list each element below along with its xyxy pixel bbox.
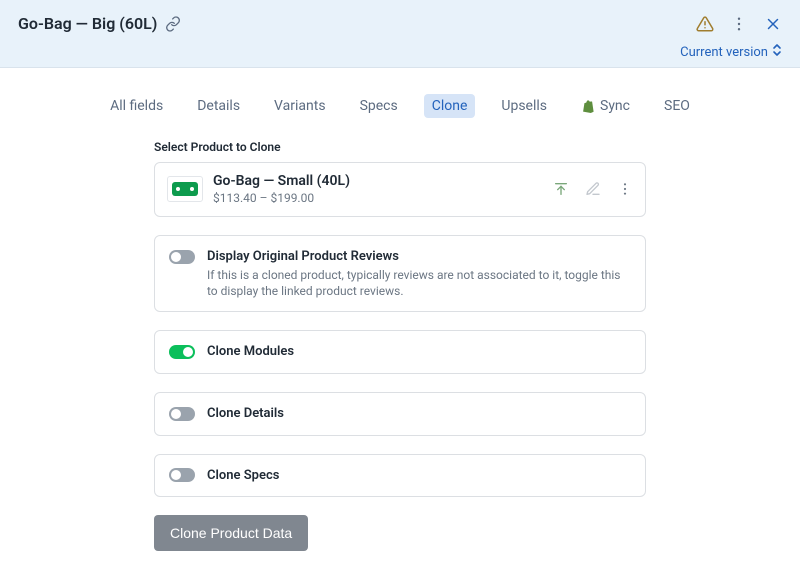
version-switcher[interactable]: Current version xyxy=(680,43,782,61)
product-thumbnail xyxy=(167,176,203,202)
product-to-clone-card[interactable]: Go-Bag — Small (40L) $113.40 – $199.00 xyxy=(154,162,646,217)
tab-sync[interactable]: Sync xyxy=(573,94,638,118)
warning-icon[interactable] xyxy=(696,15,714,33)
row-more-icon[interactable] xyxy=(617,181,633,197)
tab-clone[interactable]: Clone xyxy=(424,94,476,118)
product-actions xyxy=(553,181,633,197)
toggle-card-reviews: Display Original Product Reviews If this… xyxy=(154,235,646,313)
toggle-card-modules: Clone Modules xyxy=(154,330,646,374)
toggle-reviews-title: Display Original Product Reviews xyxy=(207,248,631,266)
tab-bar: All fields Details Variants Specs Clone … xyxy=(0,68,800,118)
tab-specs[interactable]: Specs xyxy=(352,94,406,118)
chevron-updown-icon xyxy=(772,43,782,61)
toggle-details[interactable] xyxy=(169,407,195,421)
publish-icon[interactable] xyxy=(553,181,569,197)
toggle-card-specs: Clone Specs xyxy=(154,454,646,498)
clone-product-data-button[interactable]: Clone Product Data xyxy=(154,515,308,551)
link-icon[interactable] xyxy=(165,16,181,32)
toggle-reviews-desc: If this is a cloned product, typically r… xyxy=(207,267,631,299)
select-product-label: Select Product to Clone xyxy=(154,140,646,154)
product-price: $113.40 – $199.00 xyxy=(213,191,553,206)
edit-icon[interactable] xyxy=(585,181,601,197)
version-label: Current version xyxy=(680,45,768,60)
product-info: Go-Bag — Small (40L) $113.40 – $199.00 xyxy=(213,173,553,206)
header-sub-row: Current version xyxy=(18,43,782,61)
toggle-specs-title: Clone Specs xyxy=(207,467,631,485)
header-title-wrap: Go-Bag — Big (60L) xyxy=(18,14,181,33)
product-name: Go-Bag — Small (40L) xyxy=(213,173,553,191)
toggle-card-details: Clone Details xyxy=(154,392,646,436)
tab-seo[interactable]: SEO xyxy=(656,94,698,118)
more-menu-icon[interactable] xyxy=(730,15,748,33)
toggle-reviews[interactable] xyxy=(169,250,195,264)
tab-details[interactable]: Details xyxy=(189,94,248,118)
tab-variants[interactable]: Variants xyxy=(266,94,334,118)
close-icon[interactable] xyxy=(764,15,782,33)
editor-header: Go-Bag — Big (60L) Current version xyxy=(0,0,800,68)
shopify-icon xyxy=(581,99,595,113)
toggle-modules[interactable] xyxy=(169,345,195,359)
toggle-specs[interactable] xyxy=(169,468,195,482)
action-row: Clone Product Data xyxy=(154,515,646,551)
clone-panel: Select Product to Clone Go-Bag — Small (… xyxy=(150,140,650,551)
tab-sync-label: Sync xyxy=(600,98,630,114)
toggle-modules-title: Clone Modules xyxy=(207,343,631,361)
tab-upsells[interactable]: Upsells xyxy=(493,94,555,118)
header-top-row: Go-Bag — Big (60L) xyxy=(18,14,782,33)
header-actions xyxy=(696,15,782,33)
tab-all-fields[interactable]: All fields xyxy=(102,94,171,118)
page-title: Go-Bag — Big (60L) xyxy=(18,14,157,33)
toggle-details-title: Clone Details xyxy=(207,405,631,423)
